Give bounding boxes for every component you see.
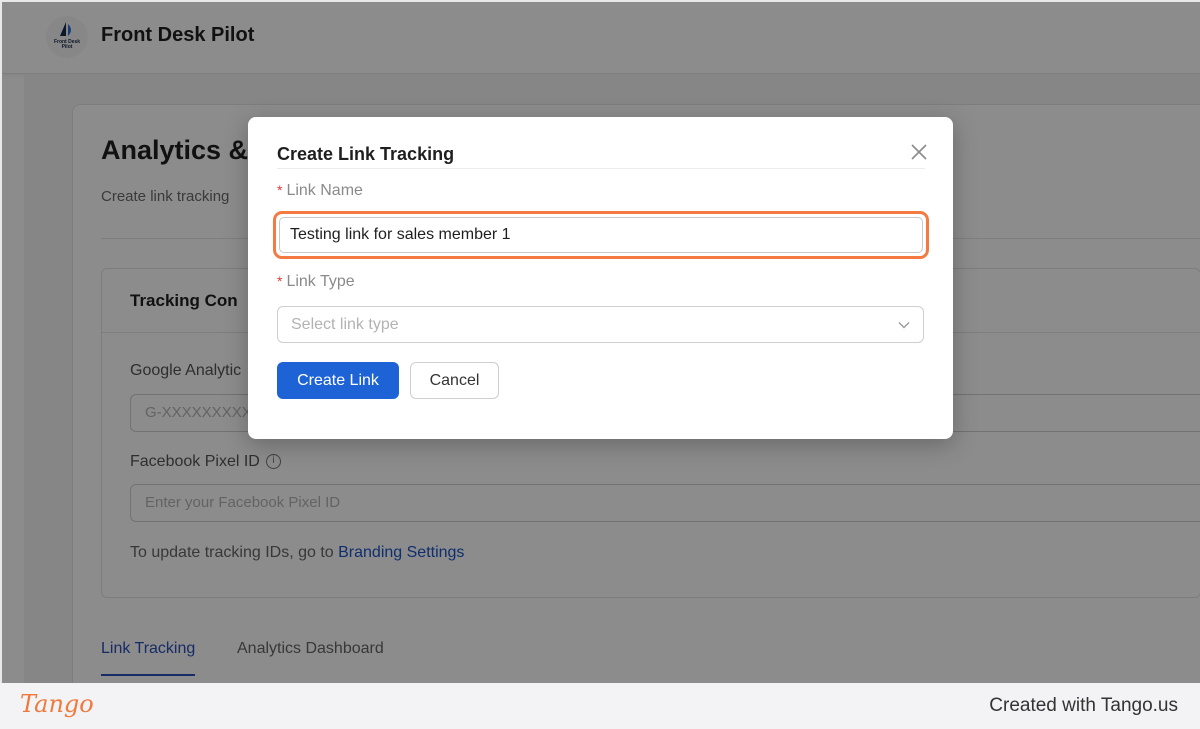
create-link-modal: Create Link Tracking *Link Name *Link Ty… — [248, 117, 953, 439]
footer-credit: Created with Tango.us — [989, 695, 1178, 716]
link-type-label: * Link Type — [277, 273, 355, 291]
link-name-input[interactable] — [279, 217, 923, 253]
link-name-label: * Link Name — [277, 182, 363, 200]
link-name-label-text: Link Name — [286, 182, 363, 199]
modal-divider — [277, 168, 925, 169]
tango-logo: Tango — [20, 690, 94, 718]
required-mark: * — [277, 182, 283, 198]
highlight-ring — [273, 211, 929, 259]
required-mark: * — [277, 273, 283, 289]
link-type-select[interactable]: Select link type — [277, 306, 924, 343]
link-type-placeholder: Select link type — [291, 316, 399, 333]
close-icon — [911, 144, 927, 160]
footer-bar: Tango Created with Tango.us — [0, 683, 1200, 729]
modal-title: Create Link Tracking — [277, 144, 455, 164]
cancel-button[interactable]: Cancel — [410, 362, 499, 399]
link-type-label-text: Link Type — [286, 273, 355, 290]
create-link-button[interactable]: Create Link — [277, 362, 399, 399]
chevron-down-icon — [898, 322, 910, 329]
close-button[interactable] — [908, 141, 930, 163]
